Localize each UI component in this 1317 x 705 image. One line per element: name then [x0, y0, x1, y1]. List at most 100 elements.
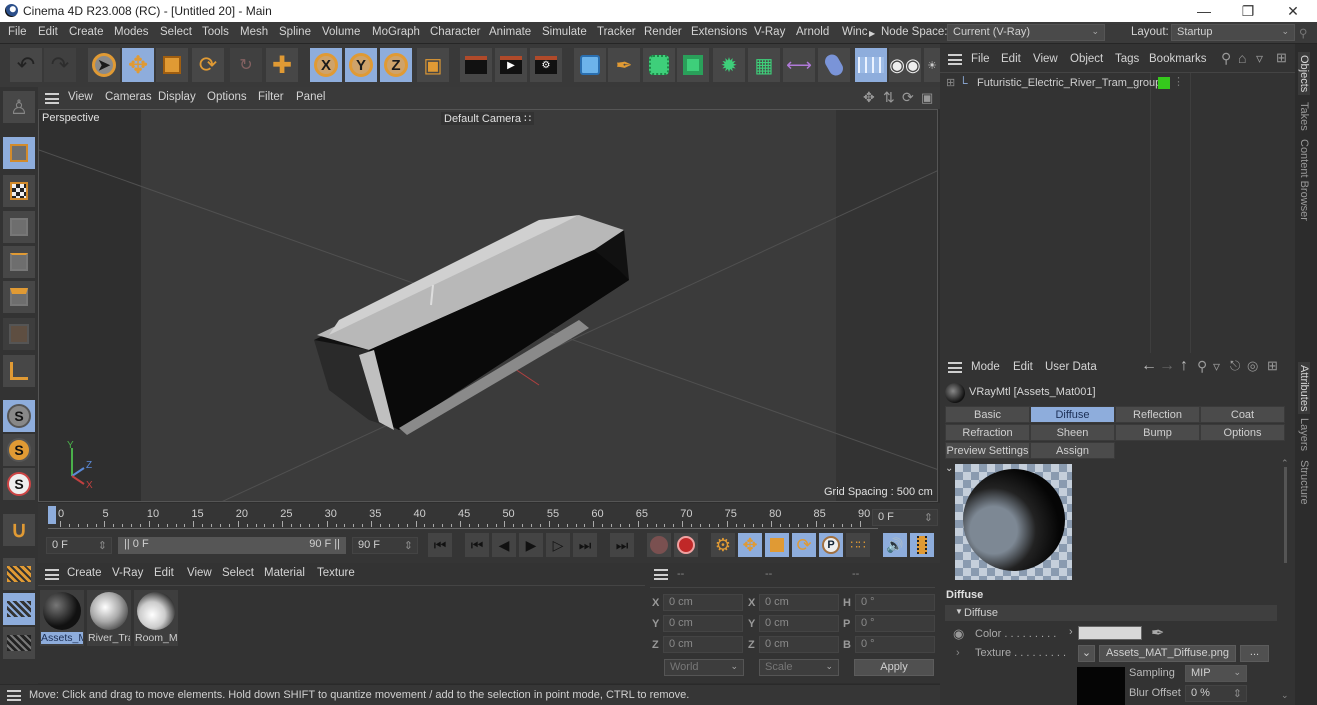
- timeline-ruler[interactable]: 0 5 10 15 20 25 30 35 40 45 50 55 60 65 70 75 80 85 90: [48, 503, 878, 529]
- tab-sheen[interactable]: Sheen: [1030, 424, 1115, 441]
- objects-menu-view[interactable]: View: [1033, 53, 1058, 65]
- side-tab-takes[interactable]: Takes: [1298, 102, 1310, 131]
- menu-file[interactable]: File: [8, 26, 27, 38]
- hamburger-icon[interactable]: [45, 569, 59, 580]
- material-menu-texture[interactable]: Texture: [317, 567, 355, 579]
- objects-menu-bookmarks[interactable]: Bookmarks: [1149, 53, 1207, 65]
- position-z-field[interactable]: 0 cm: [663, 636, 743, 653]
- snap-settings-button[interactable]: S: [3, 434, 35, 466]
- scroll-up-icon[interactable]: ⌃: [1281, 458, 1289, 469]
- expand-icon[interactable]: ⊞: [946, 76, 955, 89]
- diffuse-group-header[interactable]: ▼ Diffuse: [945, 605, 1277, 621]
- edges-mode-button[interactable]: [3, 246, 35, 278]
- rotation-h-field[interactable]: 0 °: [855, 594, 935, 611]
- search-icon[interactable]: ⚲: [1197, 358, 1207, 375]
- minimize-button[interactable]: —: [1181, 0, 1227, 22]
- make-editable-button[interactable]: ♙: [3, 91, 35, 123]
- next-frame-button[interactable]: ▷: [546, 533, 570, 557]
- workplane-button[interactable]: [3, 558, 35, 590]
- model-mode-button[interactable]: [3, 137, 35, 169]
- hamburger-icon[interactable]: [654, 569, 668, 580]
- rotation-b-field[interactable]: 0 °: [855, 636, 935, 653]
- playhead-handle[interactable]: [48, 506, 56, 524]
- tab-refraction[interactable]: Refraction: [945, 424, 1030, 441]
- objects-menu-tags[interactable]: Tags: [1115, 53, 1139, 65]
- y-axis-toggle[interactable]: Y: [345, 48, 377, 82]
- object-row[interactable]: ⊞ └ Futuristic_Electric_River_Tram_group…: [944, 76, 1284, 92]
- go-to-end-button[interactable]: ⏭: [610, 533, 634, 557]
- menu-render[interactable]: Render: [644, 26, 682, 38]
- texture-file-button[interactable]: Assets_MAT_Diffuse.png: [1099, 645, 1236, 662]
- eyedropper-icon[interactable]: ✒: [1151, 623, 1164, 643]
- deformer-button[interactable]: [818, 48, 850, 82]
- menu-spline[interactable]: Spline: [279, 26, 311, 38]
- texture-browse-button[interactable]: ...: [1240, 645, 1269, 662]
- previous-frame-button[interactable]: ◀: [492, 533, 516, 557]
- menu-edit[interactable]: Edit: [38, 26, 58, 38]
- coordinate-mode-dropdown[interactable]: World ⌄: [664, 659, 744, 676]
- cloner-button[interactable]: ✹: [713, 48, 745, 82]
- extrude-button[interactable]: [677, 48, 709, 82]
- menu-extensions[interactable]: Extensions: [691, 26, 747, 38]
- previous-key-button[interactable]: ⏮: [465, 533, 489, 557]
- snap-button[interactable]: S: [3, 400, 35, 432]
- animation-radio-icon[interactable]: ◉: [953, 626, 964, 642]
- uvw-mode-button[interactable]: [3, 318, 35, 350]
- stepper-icon[interactable]: ⇕: [404, 539, 413, 552]
- material-menu-create[interactable]: Create: [67, 567, 102, 579]
- current-frame-field[interactable]: 0 F ⇕: [872, 509, 938, 526]
- visibility-tag-icon[interactable]: [1158, 77, 1170, 89]
- rotate-view-icon[interactable]: ⟳: [902, 89, 914, 106]
- tab-options[interactable]: Options: [1200, 424, 1285, 441]
- x-axis-toggle[interactable]: X: [310, 48, 342, 82]
- viewport-menu-display[interactable]: Display: [158, 91, 196, 103]
- key-parameter-button[interactable]: P: [819, 533, 843, 557]
- menu-tracker[interactable]: Tracker: [597, 26, 636, 38]
- material-swatch[interactable]: Assets_M: [40, 590, 84, 646]
- side-tab-attributes[interactable]: Attributes: [1298, 362, 1310, 415]
- viewport-label[interactable]: Perspective: [42, 112, 99, 124]
- play-button[interactable]: ▶: [519, 533, 543, 557]
- attributes-menu-edit[interactable]: Edit: [1013, 361, 1033, 373]
- stepper-icon[interactable]: ⇕: [1233, 687, 1242, 700]
- side-tab-structure[interactable]: Structure: [1298, 460, 1310, 505]
- solo-button[interactable]: S: [3, 468, 35, 500]
- hamburger-icon[interactable]: [7, 690, 21, 701]
- menu-simulate[interactable]: Simulate: [542, 26, 587, 38]
- visibility-dots-icon[interactable]: ⋮: [1173, 75, 1184, 88]
- material-swatch[interactable]: River_Tra: [87, 590, 131, 646]
- menu-arnold[interactable]: Arnold: [796, 26, 829, 38]
- 3d-viewport[interactable]: Perspective Default Camera ∷ Grid Spacin…: [38, 109, 938, 502]
- timeline-settings-button[interactable]: [910, 533, 934, 557]
- planar-workplane-button[interactable]: [3, 627, 35, 659]
- floor-button[interactable]: [855, 48, 887, 82]
- move-tool-button[interactable]: ✥: [122, 48, 154, 82]
- render-view-button[interactable]: [460, 48, 492, 82]
- dolly-view-icon[interactable]: ⇅: [883, 89, 895, 106]
- mograph-button[interactable]: ▦: [748, 48, 780, 82]
- close-button[interactable]: ✕: [1270, 0, 1316, 22]
- material-menu-view[interactable]: View: [187, 567, 212, 579]
- expand-arrow-icon[interactable]: ›: [1069, 626, 1073, 638]
- up-arrow-icon[interactable]: ↑: [1180, 357, 1188, 375]
- cube-object-button[interactable]: [574, 48, 606, 82]
- menu-tools[interactable]: Tools: [202, 26, 229, 38]
- axis-mode-button[interactable]: [3, 355, 35, 387]
- live-selection-button[interactable]: ➤: [88, 48, 120, 82]
- rotation-p-field[interactable]: 0 °: [855, 615, 935, 632]
- coordinate-system-button[interactable]: ▣: [417, 48, 449, 82]
- stepper-icon[interactable]: ⇕: [924, 511, 933, 524]
- objects-menu-file[interactable]: File: [971, 53, 990, 65]
- start-frame-field[interactable]: 0 F ⇕: [46, 537, 112, 554]
- attributes-menu-user-data[interactable]: User Data: [1045, 361, 1097, 373]
- material-menu-edit[interactable]: Edit: [154, 567, 174, 579]
- home-icon[interactable]: ⌂: [1238, 50, 1246, 66]
- pan-view-icon[interactable]: ✥: [863, 89, 875, 106]
- restore-button[interactable]: ❐: [1225, 0, 1271, 22]
- render-to-picture-viewer-button[interactable]: ▶: [495, 48, 527, 82]
- blur-offset-field[interactable]: 0 % ⇕: [1185, 685, 1247, 702]
- tab-basic[interactable]: Basic: [945, 406, 1030, 423]
- frame-range-slider[interactable]: || 0 F 90 F ||: [118, 537, 346, 554]
- search-icon[interactable]: ⚲: [1221, 50, 1231, 67]
- z-axis-toggle[interactable]: Z: [380, 48, 412, 82]
